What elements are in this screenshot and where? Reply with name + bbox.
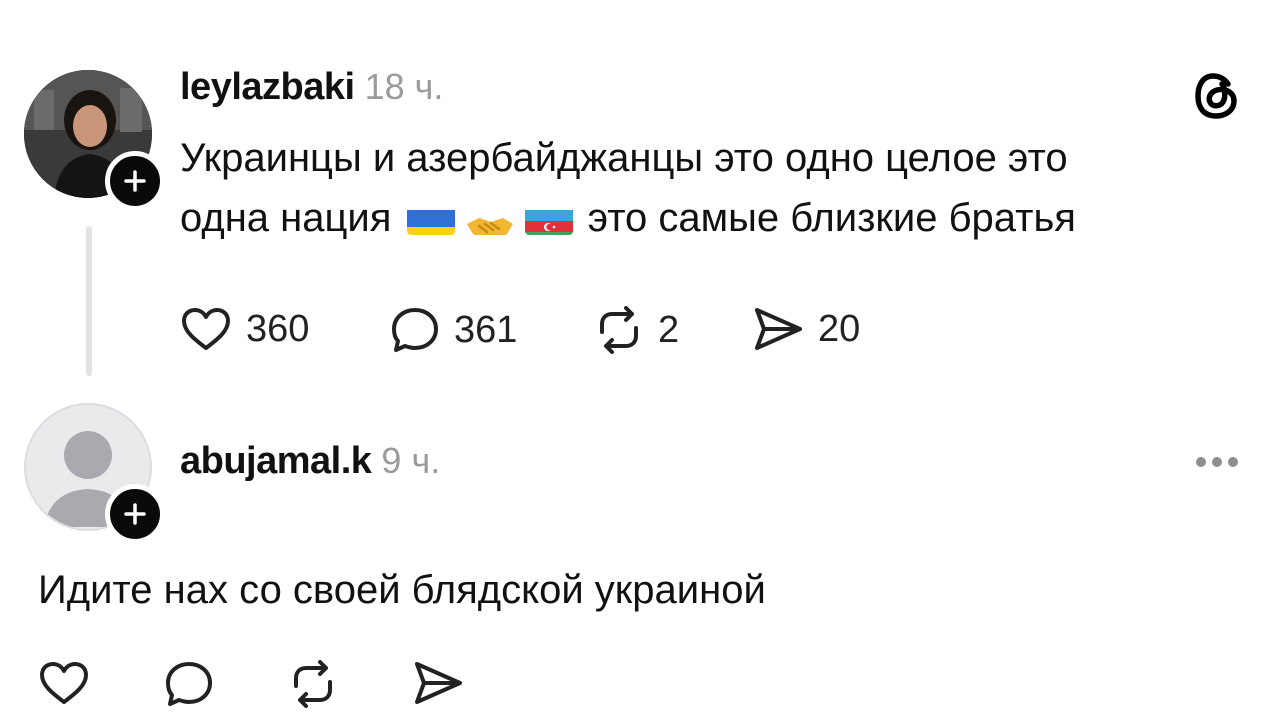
- username[interactable]: leylazbaki: [180, 66, 355, 108]
- share-count: 20: [818, 307, 861, 350]
- follow-button-abujamal[interactable]: [105, 484, 165, 544]
- plus-icon: [124, 503, 146, 525]
- post-text-line: Украинцы и азербайджанцы это одно целое …: [180, 136, 1068, 180]
- username[interactable]: abujamal.k: [180, 440, 372, 482]
- share-button[interactable]: [412, 660, 464, 706]
- repost-button[interactable]: [288, 660, 338, 708]
- repost-icon: [294, 660, 332, 708]
- plus-icon: [124, 170, 146, 192]
- comment-button[interactable]: 361: [390, 306, 517, 354]
- post-header: leylazbaki 18 ч.: [180, 66, 443, 109]
- timestamp: 18 ч.: [364, 66, 444, 107]
- ukraine-flag-icon: [406, 201, 455, 235]
- comment-icon: [392, 308, 438, 352]
- post-text-segment: одна нация: [180, 196, 392, 240]
- more-options-icon[interactable]: [1196, 457, 1238, 467]
- send-icon: [415, 662, 462, 704]
- repost-icon: [600, 306, 638, 354]
- post-text: Украинцы и азербайджанцы это одно целое …: [180, 128, 1240, 248]
- heart-icon: [40, 662, 88, 704]
- timestamp: 9 ч.: [381, 440, 441, 481]
- comment-button[interactable]: [164, 660, 214, 708]
- heart-icon: [182, 308, 230, 350]
- repost-button[interactable]: 2: [594, 306, 679, 354]
- threads-logo-icon[interactable]: [1192, 70, 1242, 127]
- azerbaijan-flag-icon: [524, 201, 573, 235]
- thread-line: [86, 226, 92, 376]
- post-text-segment: это самые близкие братья: [587, 196, 1076, 240]
- post-header: abujamal.k 9 ч.: [180, 440, 440, 483]
- comment-count: 361: [454, 308, 518, 351]
- send-icon: [755, 308, 802, 350]
- follow-button-leylazbaki[interactable]: [105, 151, 165, 211]
- like-button[interactable]: 360: [180, 306, 309, 352]
- post-text: Идите нах со своей блядской украиной: [38, 568, 766, 612]
- like-button[interactable]: [38, 660, 90, 706]
- share-button[interactable]: 20: [752, 306, 860, 352]
- handshake-icon: [463, 201, 517, 235]
- repost-count: 2: [658, 308, 680, 351]
- post-text-line: одна нация это самые близкие братья: [180, 188, 1240, 248]
- comment-icon: [166, 662, 212, 706]
- like-count: 360: [246, 307, 310, 350]
